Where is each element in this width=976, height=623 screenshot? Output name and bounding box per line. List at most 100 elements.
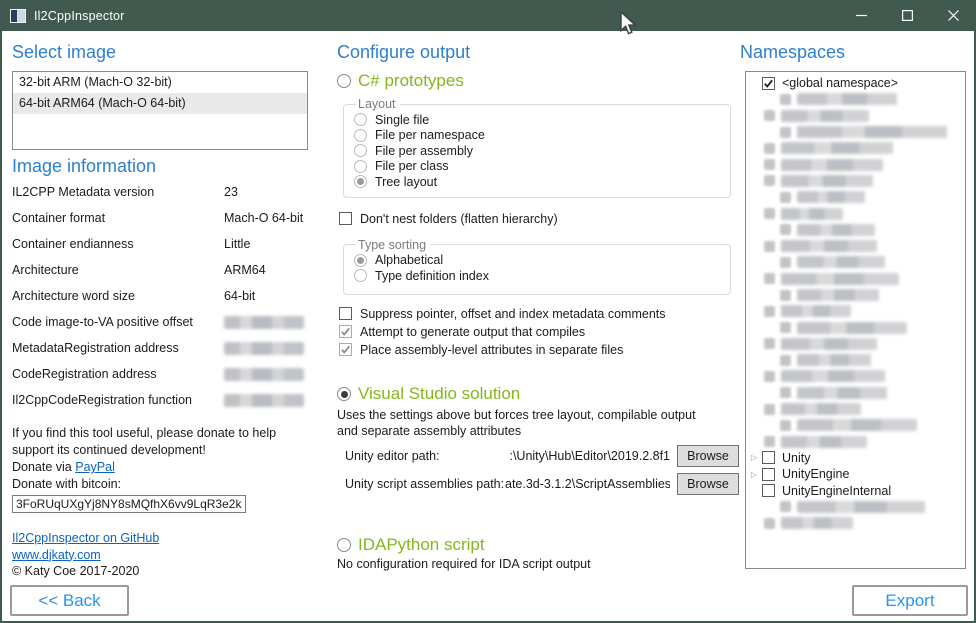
redacted-label bbox=[781, 142, 893, 154]
redacted-label bbox=[797, 354, 871, 366]
flag-checkbox[interactable]: Place assembly-level attributes in separ… bbox=[339, 341, 739, 359]
radio-icon bbox=[354, 160, 367, 173]
namespace-item-redacted bbox=[746, 205, 965, 221]
info-row: CodeRegistration address bbox=[12, 367, 308, 393]
image-list-item[interactable]: 32-bit ARM (Mach-O 32-bit) bbox=[13, 72, 307, 93]
radio-option-type-definition-index[interactable]: Type definition index bbox=[354, 268, 730, 284]
radio-icon bbox=[354, 175, 367, 188]
redacted-label bbox=[781, 273, 899, 285]
visual-studio-radio[interactable]: Visual Studio solution bbox=[337, 384, 739, 404]
redacted-checkbox bbox=[780, 420, 791, 431]
namespace-item-redacted bbox=[746, 385, 965, 401]
info-value: Mach-O 64-bit bbox=[224, 211, 303, 225]
namespace-item-redacted bbox=[746, 222, 965, 238]
namespace-item-redacted bbox=[746, 156, 965, 172]
redacted-checkbox bbox=[780, 127, 791, 138]
namespace-label: UnityEngineInternal bbox=[782, 484, 891, 498]
namespace-item-redacted bbox=[746, 108, 965, 124]
radio-icon bbox=[354, 144, 367, 157]
unity-path-rows: Unity editor path::\Unity\Hub\Editor\201… bbox=[337, 445, 739, 495]
namespaces-heading: Namespaces bbox=[740, 42, 970, 63]
namespace-item-redacted bbox=[746, 254, 965, 270]
radio-option-label: File per assembly bbox=[375, 144, 473, 158]
namespace-checkbox-icon[interactable] bbox=[762, 468, 775, 481]
namespace-checkbox-icon[interactable] bbox=[762, 451, 775, 464]
redacted-checkbox bbox=[764, 175, 775, 186]
namespaces-listbox[interactable]: <global namespace> ▷ Unity▷UnityEngine Unit… bbox=[745, 71, 966, 569]
path-label: Unity script assemblies path: bbox=[345, 477, 505, 491]
flag-label: Place assembly-level attributes in separ… bbox=[360, 343, 623, 357]
redacted-checkbox bbox=[780, 192, 791, 203]
donate-bitcoin-label: Donate with bitcoin: bbox=[12, 477, 121, 491]
namespace-item-redacted bbox=[746, 140, 965, 156]
radio-option-label: Tree layout bbox=[375, 175, 437, 189]
namespace-checkbox-icon[interactable] bbox=[762, 484, 775, 497]
info-value: Little bbox=[224, 237, 250, 251]
maximize-button[interactable] bbox=[884, 0, 930, 31]
radio-option-file-per-class[interactable]: File per class bbox=[354, 159, 730, 175]
radio-dot bbox=[357, 178, 364, 185]
namespace-label: Unity bbox=[782, 451, 810, 465]
redacted-label bbox=[797, 387, 887, 399]
browse-button[interactable]: Browse bbox=[677, 473, 739, 495]
bitcoin-address-input[interactable] bbox=[12, 495, 246, 513]
donate-text: If you find this tool useful, please don… bbox=[12, 425, 304, 493]
csharp-prototypes-label: C# prototypes bbox=[358, 71, 464, 91]
flag-checkbox[interactable]: Attempt to generate output that compiles bbox=[339, 323, 739, 341]
namespace-label: <global namespace> bbox=[782, 76, 898, 90]
namespace-checkbox-icon[interactable] bbox=[762, 77, 775, 90]
app-icon bbox=[10, 9, 26, 23]
image-list-item[interactable]: 64-bit ARM64 (Mach-O 64-bit) bbox=[13, 93, 307, 114]
expander-icon[interactable]: ▷ bbox=[746, 470, 762, 479]
browse-button[interactable]: Browse bbox=[677, 445, 739, 467]
namespace-item-redacted bbox=[746, 189, 965, 205]
idapython-radio-icon bbox=[337, 538, 351, 552]
image-listbox[interactable]: 32-bit ARM (Mach-O 32-bit)64-bit ARM64 (… bbox=[12, 71, 308, 150]
radio-icon bbox=[354, 113, 367, 126]
csharp-prototypes-radio[interactable]: C# prototypes bbox=[337, 71, 739, 91]
path-label: Unity editor path: bbox=[345, 449, 505, 463]
window-title: Il2CppInspector bbox=[34, 9, 125, 23]
titlebar: Il2CppInspector bbox=[0, 0, 976, 31]
redacted-label bbox=[797, 93, 897, 105]
namespace-item[interactable]: ▷UnityEngine bbox=[746, 466, 965, 482]
radio-option-tree-layout[interactable]: Tree layout bbox=[354, 174, 730, 190]
minimize-button[interactable] bbox=[838, 0, 884, 31]
select-image-panel: Select image 32-bit ARM (Mach-O 32-bit)6… bbox=[12, 36, 308, 580]
redacted-checkbox bbox=[780, 290, 791, 301]
dont-nest-checkbox[interactable]: Don't nest folders (flatten hierarchy) bbox=[339, 212, 739, 226]
expander-icon[interactable]: ▷ bbox=[746, 453, 762, 462]
namespace-item[interactable]: <global namespace> bbox=[746, 75, 965, 91]
info-label: Architecture word size bbox=[12, 289, 224, 303]
namespace-item[interactable]: UnityEngineInternal bbox=[746, 482, 965, 498]
flag-checkbox[interactable]: Suppress pointer, offset and index metad… bbox=[339, 305, 739, 323]
redacted-checkbox bbox=[780, 224, 791, 235]
radio-option-single-file[interactable]: Single file bbox=[354, 112, 730, 128]
info-label: Container endianness bbox=[12, 237, 224, 251]
redacted-checkbox bbox=[780, 257, 791, 268]
radio-option-label: Type definition index bbox=[375, 269, 489, 283]
info-label: Code image-to-VA positive offset bbox=[12, 315, 224, 329]
paypal-link[interactable]: PayPal bbox=[75, 460, 115, 474]
redacted-checkbox bbox=[764, 306, 775, 317]
info-label: Il2CppCodeRegistration function bbox=[12, 393, 224, 407]
github-link[interactable]: Il2CppInspector on GitHub bbox=[12, 531, 159, 545]
radio-option-file-per-assembly[interactable]: File per assembly bbox=[354, 143, 730, 159]
export-button[interactable]: Export bbox=[852, 585, 968, 616]
redacted-checkbox bbox=[764, 436, 775, 447]
radio-option-file-per-namespace[interactable]: File per namespace bbox=[354, 128, 730, 144]
radio-option-alphabetical[interactable]: Alphabetical bbox=[354, 253, 730, 269]
close-button[interactable] bbox=[930, 0, 976, 31]
checkbox-icon bbox=[339, 307, 352, 320]
radio-icon bbox=[354, 129, 367, 142]
idapython-radio[interactable]: IDAPython script bbox=[337, 535, 739, 555]
redacted-label bbox=[797, 501, 925, 513]
namespace-item[interactable]: ▷ Unity bbox=[746, 450, 965, 466]
info-value: ARM64 bbox=[224, 263, 266, 277]
redacted-label bbox=[781, 110, 869, 122]
type-sorting-group-label: Type sorting bbox=[356, 238, 430, 252]
back-button[interactable]: << Back bbox=[10, 585, 129, 616]
namespace-item-redacted bbox=[746, 352, 965, 368]
website-link[interactable]: www.djkaty.com bbox=[12, 548, 101, 562]
visual-studio-radio-icon bbox=[337, 387, 351, 401]
